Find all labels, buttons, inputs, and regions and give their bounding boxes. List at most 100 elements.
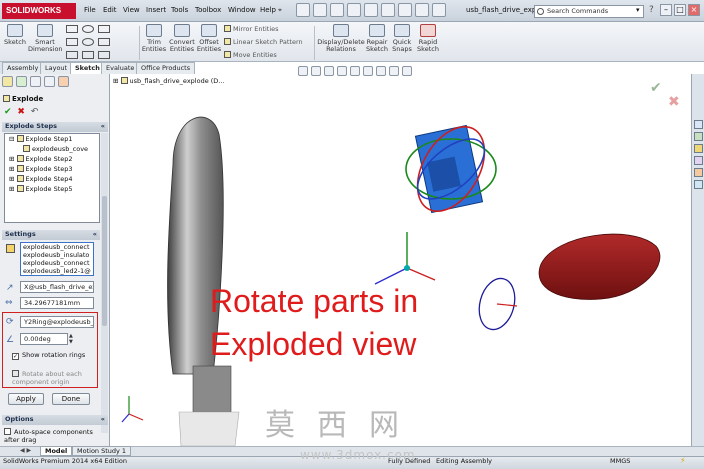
design-library-icon[interactable] xyxy=(693,132,703,141)
units-status[interactable]: MMGS xyxy=(610,457,630,465)
menu-window[interactable]: Window xyxy=(228,6,256,14)
arc-icon[interactable] xyxy=(82,38,94,46)
auto-space-checkbox[interactable]: Auto-space components after drag xyxy=(4,428,104,444)
list-item[interactable]: explodeusb_led2-1@ xyxy=(21,267,93,275)
rotate-about-origin-checkbox[interactable]: Rotate about each component origin xyxy=(12,370,94,386)
pin-icon[interactable]: ⌖ xyxy=(278,6,282,15)
restore-button[interactable]: □ xyxy=(674,4,686,16)
tab-scroll-icon[interactable]: ◀ ▶ xyxy=(20,447,31,454)
print-icon[interactable] xyxy=(347,3,361,17)
rotation-triad[interactable] xyxy=(374,232,436,285)
menu-insert[interactable]: Insert xyxy=(146,6,166,14)
minimize-button[interactable]: – xyxy=(660,4,672,16)
tab-model[interactable]: Model xyxy=(40,446,73,456)
appearances-icon[interactable] xyxy=(693,168,703,177)
components-list[interactable]: explodeusb_connect explodeusb_insulato e… xyxy=(20,242,94,276)
feature-manager-icon[interactable] xyxy=(2,76,13,87)
resources-icon[interactable] xyxy=(693,120,703,129)
options-icon[interactable] xyxy=(415,3,429,17)
rectangle-icon[interactable] xyxy=(66,38,78,46)
repair-sketch-button[interactable]: Repair Sketch xyxy=(365,24,389,53)
view-palette-icon[interactable] xyxy=(693,156,703,165)
sketch-button[interactable]: Sketch xyxy=(2,24,28,46)
list-item[interactable]: ⊞ Explode Step4 xyxy=(5,174,99,184)
apply-button[interactable]: Apply xyxy=(8,393,44,405)
point-icon[interactable] xyxy=(82,51,94,59)
list-item[interactable]: ⊞ Explode Step5 xyxy=(5,184,99,194)
rotation-ring[interactable] xyxy=(474,274,520,333)
tab-office-products[interactable]: Office Products xyxy=(136,62,196,74)
checkbox[interactable] xyxy=(12,370,19,377)
panel-scrollbar-thumb[interactable] xyxy=(102,196,107,326)
list-item[interactable]: explodeusb_connect xyxy=(21,243,93,251)
circle-icon[interactable] xyxy=(82,25,94,33)
line-icon[interactable] xyxy=(66,25,78,33)
search-dropdown-icon[interactable]: ▾ xyxy=(636,6,640,14)
usb-cover[interactable] xyxy=(167,116,240,446)
checkbox[interactable]: ✓ xyxy=(12,353,19,360)
menu-edit[interactable]: Edit xyxy=(103,6,117,14)
select-icon[interactable] xyxy=(381,3,395,17)
ok-check-icon[interactable]: ✔ xyxy=(4,107,12,117)
undo-icon[interactable]: ↶ xyxy=(31,107,39,117)
close-button[interactable]: × xyxy=(688,4,700,16)
distance-field[interactable]: 34.29677181mm xyxy=(20,297,94,309)
custom-properties-icon[interactable] xyxy=(693,180,703,189)
explode-steps-list[interactable]: ⊟ Explode Step1 explodeusb_cove ⊞ Explod… xyxy=(4,133,100,223)
list-item[interactable]: ⊞ Explode Step3 xyxy=(5,164,99,174)
rebuild-status-icon[interactable]: ⚡ xyxy=(680,456,686,465)
rebuild-icon[interactable] xyxy=(398,3,412,17)
linear-sketch-pattern-button[interactable]: Linear Sketch Pattern xyxy=(224,38,303,46)
undo-icon[interactable] xyxy=(364,3,378,17)
smart-dimension-button[interactable]: Smart Dimension xyxy=(28,24,63,53)
slot-icon[interactable] xyxy=(66,51,78,59)
convert-entities-button[interactable]: Convert Entities xyxy=(168,24,196,53)
explode-steps-header[interactable]: Explode Steps « xyxy=(2,122,108,132)
help-icon[interactable]: ? xyxy=(649,5,654,15)
tab-sketch[interactable]: Sketch xyxy=(70,62,105,74)
offset-entities-button[interactable]: Offset Entities xyxy=(196,24,222,53)
polygon-icon[interactable] xyxy=(98,38,110,46)
new-icon[interactable] xyxy=(296,3,310,17)
list-item[interactable]: explodeusb_insulato xyxy=(21,251,93,259)
configuration-manager-icon[interactable] xyxy=(30,76,41,87)
rotation-axis-field[interactable]: Y2Ring@explodeusb_co xyxy=(20,316,94,328)
list-item[interactable]: ⊞ Explode Step2 xyxy=(5,154,99,164)
settings-header[interactable]: Settings « xyxy=(2,230,100,240)
menu-file[interactable]: File xyxy=(84,6,96,14)
angle-field[interactable]: 0.00deg xyxy=(20,333,68,345)
red-cap[interactable] xyxy=(538,233,661,300)
list-item[interactable]: explodeusb_connect xyxy=(21,259,93,267)
trim-entities-button[interactable]: Trim Entities xyxy=(140,24,168,53)
property-manager-icon[interactable] xyxy=(16,76,27,87)
tab-layout[interactable]: Layout xyxy=(40,62,73,74)
file-properties-icon[interactable] xyxy=(432,3,446,17)
rapid-sketch-button[interactable]: Rapid Sketch xyxy=(416,24,440,53)
menu-help[interactable]: Help xyxy=(260,6,276,14)
menu-tools[interactable]: Tools xyxy=(171,6,188,14)
save-icon[interactable] xyxy=(330,3,344,17)
options-header[interactable]: Options « xyxy=(2,415,108,425)
direction-field[interactable]: X@usb_flash_drive_expl xyxy=(20,281,94,293)
mirror-entities-button[interactable]: Mirror Entities xyxy=(224,25,279,33)
spline-icon[interactable] xyxy=(98,25,110,33)
quick-snaps-button[interactable]: Quick Snaps xyxy=(390,24,414,53)
search-commands-input[interactable]: Search Commands xyxy=(534,5,644,18)
display-delete-relations-button[interactable]: Display/Delete Relations xyxy=(316,24,366,53)
angle-spinner[interactable]: ▲ ▼ xyxy=(69,333,73,345)
dimxpert-icon[interactable] xyxy=(44,76,55,87)
text-icon[interactable] xyxy=(98,51,110,59)
move-entities-button[interactable]: Move Entities xyxy=(224,51,277,59)
menu-view[interactable]: View xyxy=(123,6,140,14)
open-icon[interactable] xyxy=(313,3,327,17)
cancel-x-icon[interactable]: ✖ xyxy=(17,107,25,117)
file-explorer-icon[interactable] xyxy=(693,144,703,153)
solidworks-logo[interactable]: SOLIDWORKS xyxy=(2,3,76,19)
list-item[interactable]: explodeusb_cove xyxy=(5,144,99,154)
tab-assembly[interactable]: Assembly xyxy=(2,62,44,74)
list-item[interactable]: ⊟ Explode Step1 xyxy=(5,134,99,144)
usb-connector[interactable] xyxy=(404,115,498,223)
tab-evaluate[interactable]: Evaluate xyxy=(101,62,140,74)
checkbox[interactable] xyxy=(4,428,11,435)
done-button[interactable]: Done xyxy=(52,393,90,405)
